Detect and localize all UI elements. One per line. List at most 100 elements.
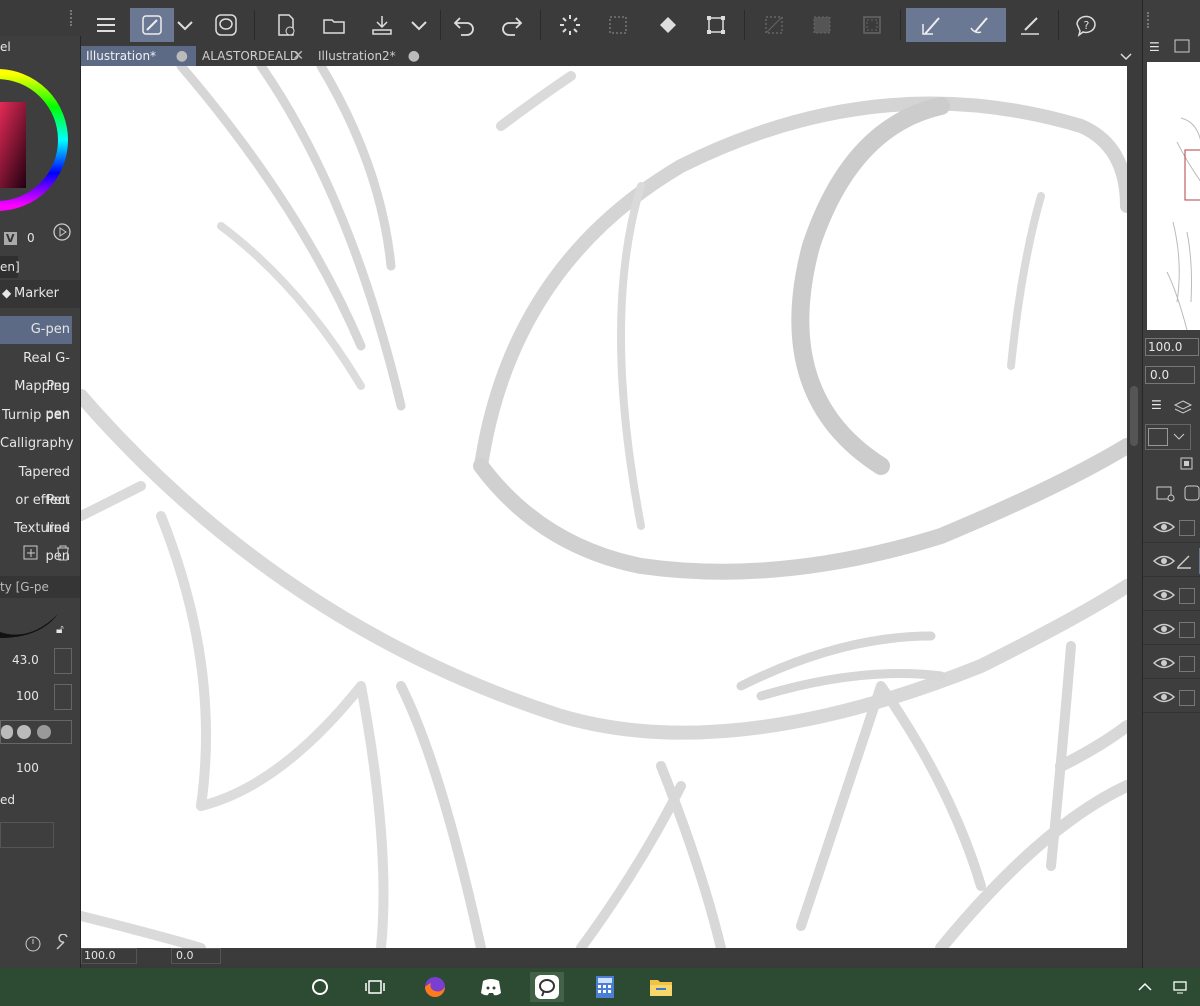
color-v-label: V [4,232,17,245]
eye-icon[interactable] [1151,654,1177,672]
stabilizer-icon[interactable] [908,12,956,38]
network-icon[interactable] [1166,972,1196,1002]
play-icon[interactable] [52,222,72,242]
opacity-value[interactable]: 100 [16,689,39,703]
layer-checkbox[interactable] [1179,656,1195,672]
lasso-icon[interactable] [204,8,248,42]
transform-icon[interactable] [694,8,738,42]
status-bar: 100.0 0.0 [81,948,1141,964]
help-icon[interactable]: ? [1064,8,1108,42]
tab-illustration[interactable]: Illustration* ● [80,46,196,66]
eye-icon[interactable] [1151,552,1177,570]
zoom-value[interactable]: 100.0 [81,948,137,964]
ruler-icon[interactable] [1008,8,1052,42]
navigator-preview[interactable] [1147,62,1200,330]
calculator-icon[interactable] [588,972,622,1002]
new-layer-icon[interactable] [1155,484,1175,502]
trash-icon[interactable] [54,544,72,562]
tab-illustration2[interactable]: Illustration2* ● [312,46,428,66]
task-view-icon[interactable] [358,972,392,1002]
eye-icon[interactable] [1151,518,1177,536]
tool-property-header: ty [G-pe [0,576,80,598]
lock-icon[interactable]: 🔓︎ [56,622,64,637]
chevron-down-icon[interactable] [404,8,434,42]
subtool-tab[interactable]: en] [0,256,20,278]
brush-group-label: Marker [14,286,59,301]
panel-menu-icon[interactable]: ☰ [1151,398,1162,412]
open-folder-icon[interactable] [312,8,356,42]
brush-item[interactable]: G-pen [0,316,72,344]
brush-item[interactable]: Turnip pen [0,402,72,430]
export-icon[interactable] [360,8,404,42]
brush-group-header[interactable]: ◆ Marker [0,280,80,308]
color-wheel[interactable] [0,62,70,218]
menu-icon[interactable] [84,8,128,42]
brush-shape-selector[interactable] [0,720,72,744]
layer-row[interactable] [1143,580,1200,611]
tab-alastordeald[interactable]: ALASTORDEALD ✕ [196,46,312,66]
navigator-zoom[interactable]: 100.0 [1145,338,1199,356]
stabilization-bar[interactable] [0,822,54,848]
brush-item[interactable]: Tapered Pen [0,459,72,508]
fill-selection-icon[interactable] [800,8,844,42]
navigator-icon[interactable] [1173,38,1193,56]
deselect-icon[interactable] [850,8,894,42]
chevron-down-icon[interactable] [1116,46,1136,66]
pen-tool-icon[interactable] [130,8,174,42]
close-icon[interactable]: ✕ [292,46,304,66]
loading-icon[interactable] [548,8,592,42]
scrollbar-thumb[interactable] [1130,386,1138,446]
cortana-icon[interactable] [303,972,337,1002]
brush-item[interactable]: Real G-Pen [0,345,72,394]
opacity-toggle-icon[interactable] [54,684,72,710]
unsaved-dot-icon: ● [175,48,188,64]
layer-row[interactable] [1143,512,1200,543]
brush-icon[interactable] [956,12,1004,38]
selection-icon[interactable] [596,8,640,42]
show-hidden-icons[interactable] [1130,972,1160,1002]
chevron-down-icon[interactable] [170,8,200,42]
brush-item[interactable]: Calligraphy [0,430,74,458]
blend-mode-dropdown[interactable] [1145,424,1191,450]
eye-icon[interactable] [1151,620,1177,638]
file-explorer-icon[interactable] [644,972,678,1002]
undo-icon[interactable] [442,8,486,42]
layer-checkbox[interactable] [1179,588,1195,604]
panel-grip[interactable] [1147,12,1153,28]
left-tool-panel: el V 0 en] ◆ Marker G-pen Real G-Pen Map… [0,36,81,968]
layer-checkbox[interactable] [1179,622,1195,638]
brush-item[interactable]: Textured pen [0,515,72,564]
copy-layer-icon[interactable] [1177,454,1195,472]
layer-checkbox[interactable] [1179,690,1195,706]
clear-icon[interactable] [752,8,796,42]
layer-row[interactable] [1143,614,1200,645]
discord-icon[interactable] [474,972,508,1002]
firefox-icon[interactable] [418,972,452,1002]
layer-checkbox[interactable] [1179,520,1195,536]
redo-icon[interactable] [490,8,534,42]
layers-icon[interactable] [1173,398,1193,418]
layer-row[interactable] [1143,546,1200,577]
fill-icon[interactable] [646,8,690,42]
new-file-icon[interactable] [264,8,308,42]
eye-icon[interactable] [1151,688,1177,706]
pressure-icon[interactable] [54,648,72,674]
wrench-icon[interactable] [54,933,72,952]
eye-icon[interactable] [1151,586,1177,604]
layer-row[interactable] [1143,648,1200,679]
brush-item[interactable]: or effect line [0,487,72,536]
vertical-scrollbar[interactable] [1127,66,1141,948]
brush-size-value[interactable]: 43.0 [12,653,39,667]
navigator-rotation[interactable]: 0.0 [1145,366,1195,384]
panel-grip[interactable] [70,10,76,26]
new-vector-layer-icon[interactable] [1183,484,1200,502]
panel-menu-icon[interactable]: ☰ [1149,40,1160,54]
layer-row[interactable] [1143,682,1200,713]
drawing-canvas[interactable] [81,66,1127,948]
timer-icon[interactable] [24,934,42,952]
clip-studio-icon[interactable] [530,972,564,1002]
rotation-value[interactable]: 0.0 [171,948,221,964]
add-brush-icon[interactable] [22,544,40,562]
brush-item[interactable]: Mapping pen [0,373,72,422]
density-value[interactable]: 100 [16,761,39,775]
